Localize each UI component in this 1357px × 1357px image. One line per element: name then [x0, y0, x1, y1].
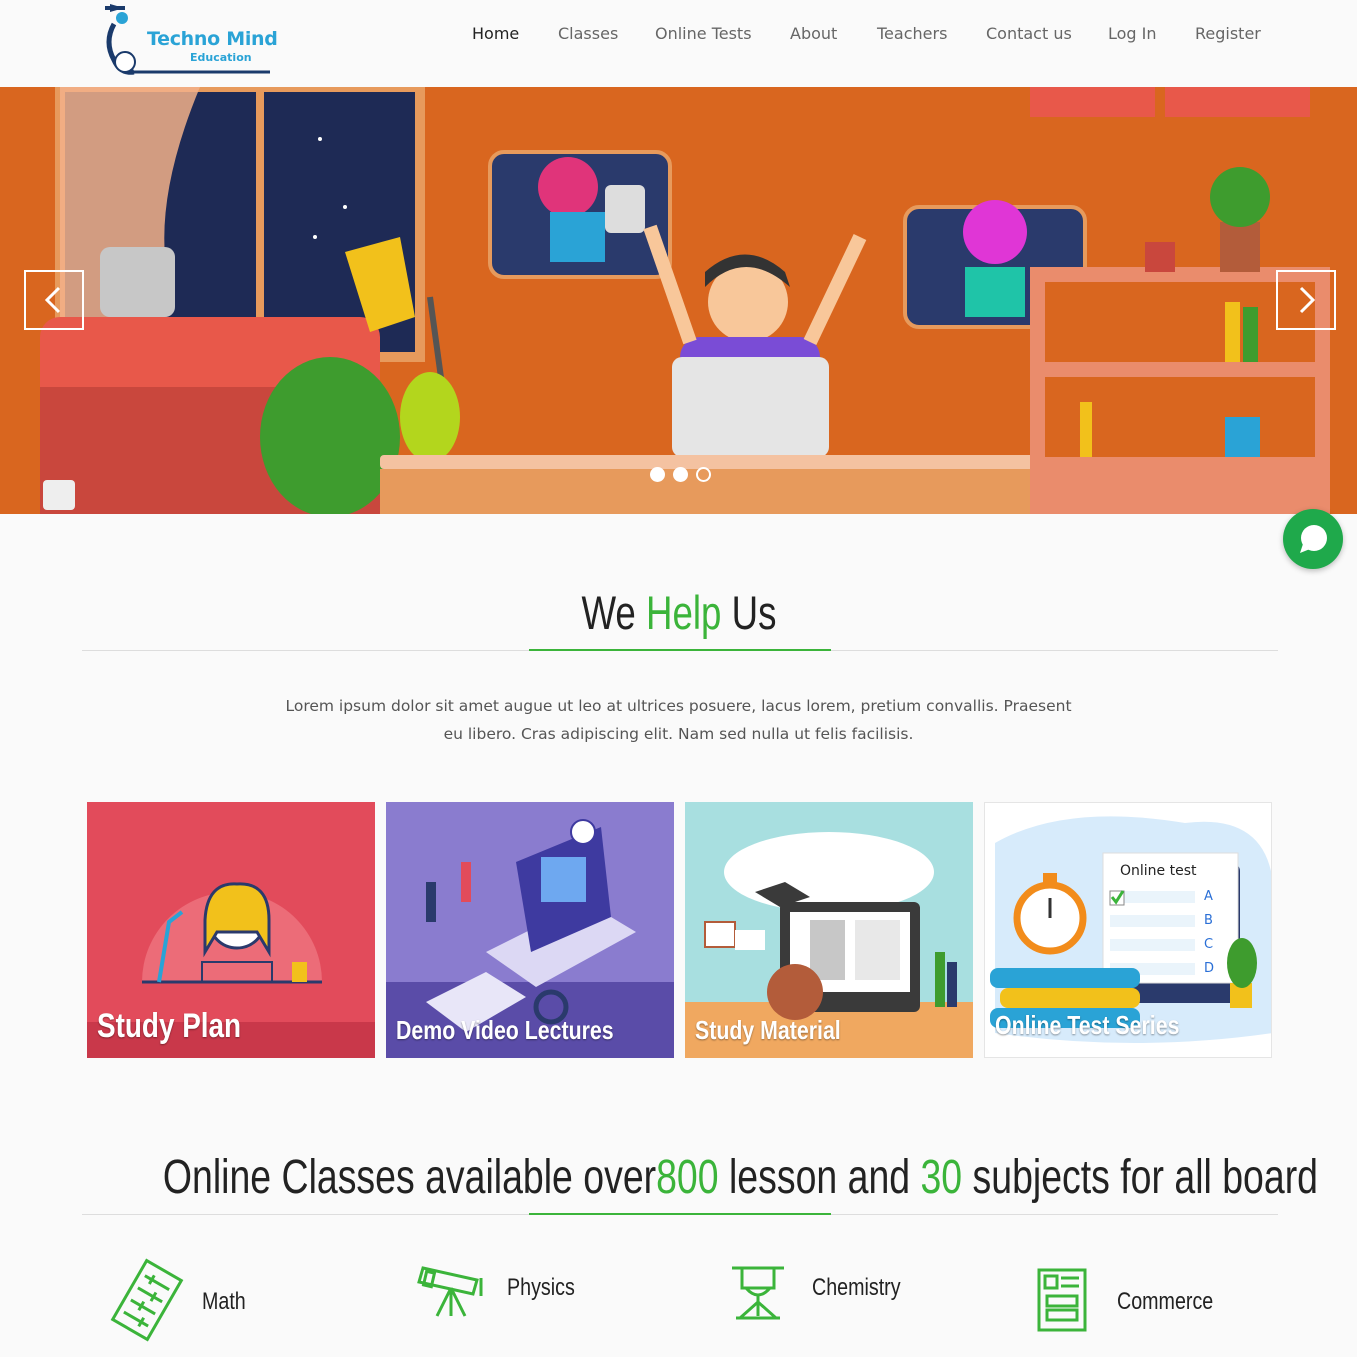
classes-title-b: lesson and: [718, 1151, 921, 1204]
help-divider-accent: [529, 649, 831, 651]
carousel-dot-1[interactable]: [650, 467, 665, 482]
subject-physics[interactable]: Physics: [415, 1258, 615, 1328]
subject-label: Physics: [507, 1274, 575, 1301]
subject-label: Commerce: [1117, 1288, 1214, 1315]
nav-teachers[interactable]: Teachers: [877, 24, 947, 46]
hero-illustration: [0, 87, 1357, 514]
card-online-test-series[interactable]: Online test A B C D Online Test Series: [984, 802, 1272, 1058]
classes-title-c: subjects for all board: [962, 1151, 1318, 1204]
hero-carousel: [0, 87, 1357, 514]
easel-icon: [732, 1266, 784, 1320]
help-title-pre: We: [581, 586, 646, 639]
nav-log-in[interactable]: Log In: [1108, 24, 1157, 46]
carousel-prev-button[interactable]: [24, 270, 84, 330]
chevron-right-icon: [1299, 286, 1316, 314]
carousel-dot-3[interactable]: [696, 467, 711, 482]
subject-chemistry[interactable]: Chemistry: [728, 1262, 928, 1327]
chat-button[interactable]: [1283, 509, 1343, 569]
classes-title-a: Online Classes available over: [162, 1151, 657, 1204]
chevron-left-icon: [44, 286, 61, 314]
nav-register[interactable]: Register: [1195, 24, 1261, 46]
logo-subtitle: Education: [190, 51, 252, 64]
carousel-next-button[interactable]: [1276, 270, 1336, 330]
nav-contact-us[interactable]: Contact us: [986, 24, 1072, 46]
abacus-icon: [110, 1258, 184, 1342]
option-c: C: [1204, 937, 1214, 952]
help-title-post: Us: [720, 586, 776, 639]
nav-classes[interactable]: Classes: [558, 24, 618, 46]
option-a: A: [1204, 889, 1213, 904]
carousel-dot-2[interactable]: [673, 467, 688, 482]
card-demo-video-lectures[interactable]: Demo Video Lectures: [386, 802, 674, 1058]
nav-home[interactable]: Home: [472, 24, 519, 46]
document-icon: [1037, 1268, 1087, 1332]
subject-label: Chemistry: [812, 1274, 901, 1301]
help-section-title: We Help Us: [0, 585, 1357, 640]
card-label: Online Test Series: [995, 1010, 1180, 1040]
card-label: Study Material: [695, 1015, 841, 1045]
card-label: Study Plan: [97, 1007, 242, 1045]
subject-math[interactable]: Math: [105, 1258, 305, 1343]
card-label: Demo Video Lectures: [396, 1015, 614, 1045]
nav-about[interactable]: About: [790, 24, 837, 46]
chat-bubble-icon: [1300, 525, 1327, 553]
help-title-accent: Help: [645, 586, 721, 639]
classes-lesson-count: 800: [656, 1151, 719, 1204]
site-header: Techno Mind Education Home Classes Onlin…: [0, 0, 1357, 87]
subject-label: Math: [202, 1288, 246, 1315]
subject-commerce[interactable]: Commerce: [1035, 1266, 1235, 1336]
online-test-heading: Online test: [1120, 863, 1197, 879]
telescope-icon: [417, 1266, 483, 1317]
option-b: B: [1204, 913, 1213, 928]
card-study-plan[interactable]: Study Plan: [87, 802, 375, 1058]
logo[interactable]: Techno Mind Education: [100, 2, 280, 80]
nav-online-tests[interactable]: Online Tests: [655, 24, 752, 46]
card-study-material[interactable]: Study Material: [685, 802, 973, 1058]
logo-title: Techno Mind: [147, 28, 278, 50]
option-d: D: [1204, 961, 1215, 976]
help-intro-text: Lorem ipsum dolor sit amet augue ut leo …: [285, 697, 1072, 743]
classes-section-title: Online Classes available over800 lesson …: [0, 1150, 1357, 1205]
classes-subject-count: 30: [920, 1151, 963, 1204]
classes-divider-accent: [529, 1213, 831, 1215]
